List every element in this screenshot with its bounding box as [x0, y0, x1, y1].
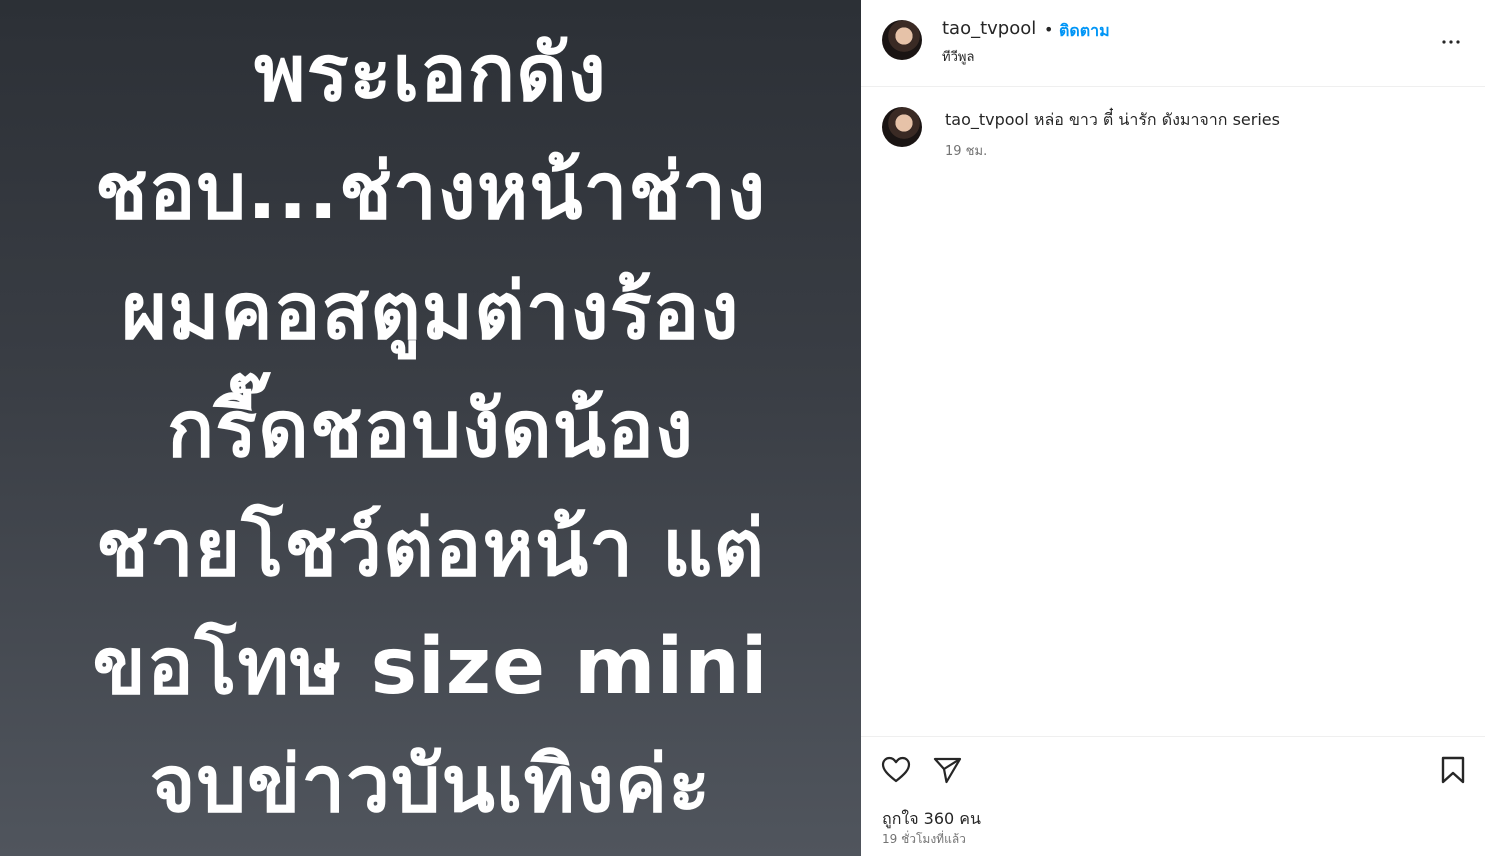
author-username[interactable]: tao_tvpool: [942, 18, 1036, 39]
caption-username[interactable]: tao_tvpool: [945, 110, 1029, 129]
post-image-line: ชายโชว์ต่อหน้า แต่: [95, 504, 766, 594]
separator-dot: •: [1044, 20, 1054, 39]
send-icon[interactable]: [931, 754, 963, 786]
action-bar: ถูกใจ 360 คน 19 ชั่วโมงที่แล้ว: [861, 736, 1485, 857]
post-image-line: จบข่าวบันเทิงค่ะ: [149, 740, 712, 830]
post-image-line: ผมคอสตูมต่างร้อง: [121, 267, 740, 357]
post-image[interactable]: พระเอกดัง ชอบ...ช่างหน้าช่าง ผมคอสตูมต่า…: [0, 0, 861, 856]
post-image-line: กรี๊ดชอบงัดน้อง: [166, 385, 695, 475]
heart-icon[interactable]: [880, 754, 912, 786]
avatar[interactable]: [882, 107, 922, 147]
caption-comment: tao_tvpool หล่อ ขาว ตี๋ น่ารัก ดังมาจาก …: [861, 86, 1485, 186]
caption: tao_tvpool หล่อ ขาว ตี๋ น่ารัก ดังมาจาก …: [945, 108, 1280, 133]
author-subtitle: ทีวีพูล: [942, 50, 975, 65]
avatar[interactable]: [882, 20, 922, 60]
caption-text: หล่อ ขาว ตี๋ น่ารัก ดังมาจาก series: [1033, 110, 1280, 129]
caption-time[interactable]: 19 ชม.: [945, 140, 987, 161]
post-image-line: ขอโทษ size mini: [92, 622, 769, 712]
posted-time[interactable]: 19 ชั่วโมงที่แล้ว: [882, 830, 966, 849]
likes-count[interactable]: ถูกใจ 360 คน: [882, 807, 981, 832]
post-header: tao_tvpool • ติดตาม ทีวีพูล: [861, 0, 1485, 87]
post-image-line: ชอบ...ช่างหน้าช่าง: [94, 147, 767, 237]
post-image-line: พระเอกดัง: [254, 29, 607, 119]
follow-button[interactable]: ติดตาม: [1059, 19, 1110, 44]
more-options-icon[interactable]: [1439, 30, 1463, 54]
bookmark-icon[interactable]: [1437, 754, 1469, 786]
post-side-panel: tao_tvpool • ติดตาม ทีวีพูล tao_tvpool ห…: [861, 0, 1485, 856]
